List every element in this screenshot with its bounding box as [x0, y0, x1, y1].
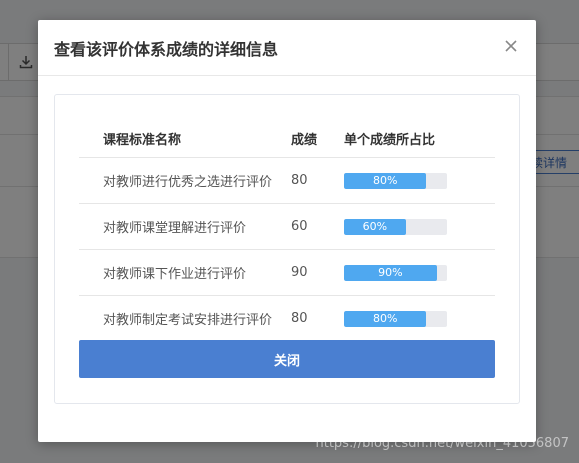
header-percent: 单个成绩所占比 — [344, 119, 495, 158]
table-row: 对教师课下作业进行评价 90 90% — [79, 249, 495, 296]
table-row: 对教师课堂理解进行评价 60 60% — [79, 203, 495, 250]
table-row: 对教师进行优秀之选进行评价 80 80% — [79, 157, 495, 204]
progress-bar: 80% — [344, 172, 447, 189]
close-button[interactable]: 关闭 — [79, 340, 495, 378]
table-row: 对教师制定考试安排进行评价 80 80% — [79, 295, 495, 342]
progress-bar: 90% — [344, 264, 447, 281]
detail-modal: 查看该评价体系成绩的详细信息 课程标准名称 成绩 单个成绩所占比 对教师进行优秀… — [38, 20, 536, 442]
row-score: 60 — [291, 203, 344, 250]
progress-bar-fill: 80% — [344, 310, 427, 327]
row-percent: 90% — [344, 249, 495, 296]
row-percent: 80% — [344, 295, 495, 342]
table-header-row: 课程标准名称 成绩 单个成绩所占比 — [79, 119, 495, 158]
row-course-name: 对教师制定考试安排进行评价 — [79, 295, 291, 342]
row-score: 80 — [291, 295, 344, 342]
row-course-name: 对教师课堂理解进行评价 — [79, 203, 291, 250]
score-table: 课程标准名称 成绩 单个成绩所占比 对教师进行优秀之选进行评价 80 80% 对… — [79, 119, 495, 342]
row-percent: 60% — [344, 203, 495, 250]
row-score: 80 — [291, 157, 344, 204]
progress-bar: 60% — [344, 218, 447, 235]
row-course-name: 对教师课下作业进行评价 — [79, 249, 291, 296]
header-score: 成绩 — [291, 119, 344, 158]
modal-header: 查看该评价体系成绩的详细信息 — [38, 20, 536, 76]
close-icon — [505, 40, 517, 52]
row-percent: 80% — [344, 157, 495, 204]
row-course-name: 对教师进行优秀之选进行评价 — [79, 157, 291, 204]
modal-body: 课程标准名称 成绩 单个成绩所占比 对教师进行优秀之选进行评价 80 80% 对… — [54, 94, 520, 404]
modal-title: 查看该评价体系成绩的详细信息 — [54, 40, 279, 59]
header-course-name: 课程标准名称 — [79, 119, 291, 158]
modal-close-button[interactable] — [502, 37, 520, 55]
progress-bar-fill: 90% — [344, 264, 437, 281]
progress-bar-fill: 80% — [344, 172, 427, 189]
progress-bar: 80% — [344, 310, 447, 327]
row-score: 90 — [291, 249, 344, 296]
progress-bar-fill: 60% — [344, 218, 406, 235]
watermark: https://blog.csdn.net/weixin_41056807 — [315, 436, 569, 451]
